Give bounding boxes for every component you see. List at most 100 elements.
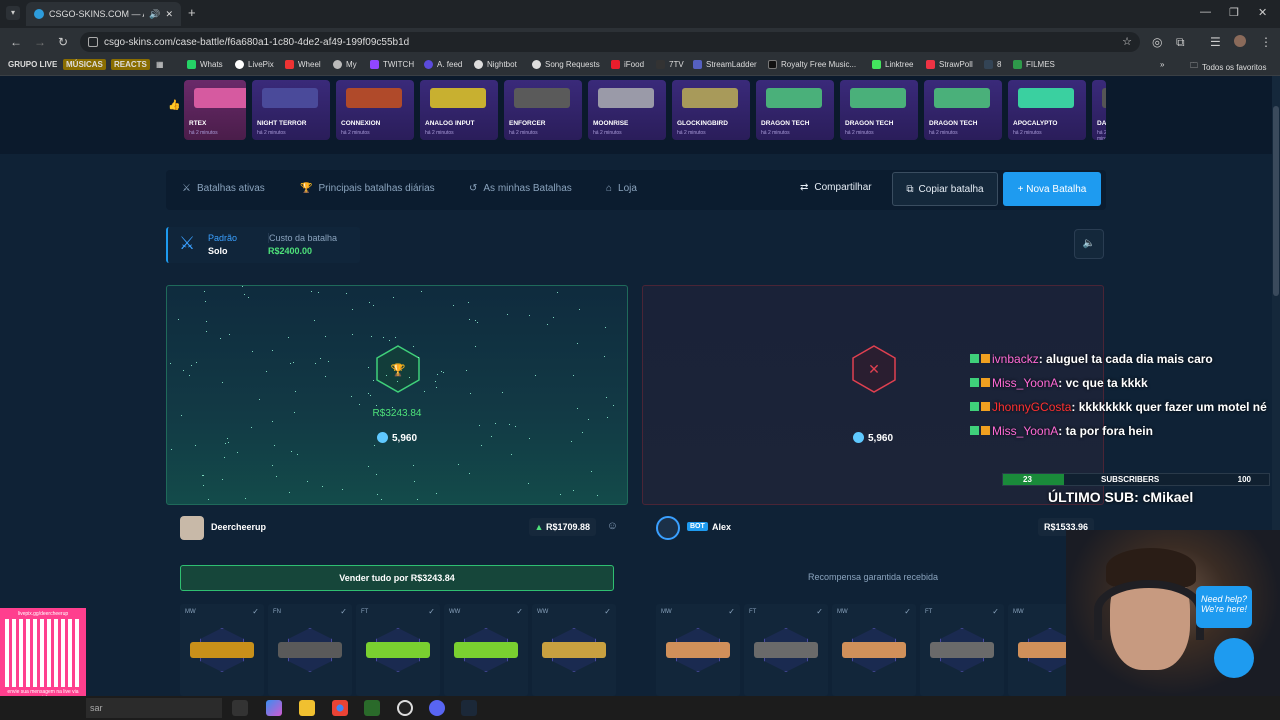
windows-taskbar: sar [0, 696, 1280, 720]
bookmark-song-requests[interactable]: Song Requests [532, 60, 600, 69]
audio-icon[interactable]: 🔊 [149, 9, 160, 20]
bookmark-twitch[interactable]: TWITCH [370, 60, 414, 69]
item-card[interactable]: FT ✓ [356, 604, 440, 696]
item-card[interactable]: WW ✓ [444, 604, 528, 696]
close-tab-icon[interactable]: ✕ [165, 9, 173, 20]
bot-badge: BOT [687, 522, 708, 531]
item-card[interactable]: MW ✓ [832, 604, 916, 696]
bookmark-royalty-free[interactable]: Royalty Free Music... [768, 60, 856, 69]
puzzle-icon[interactable]: ⧉ [1176, 35, 1185, 50]
new-battle-button[interactable]: + Nova Batalha [1003, 172, 1101, 206]
drop-card[interactable]: GLOCKINGBIRD há 2 minutos [672, 80, 750, 140]
skin-image [842, 642, 906, 658]
bookmark-7tv[interactable]: 7TV [656, 60, 684, 69]
share-button[interactable]: ⇄ Compartilhar [800, 182, 872, 193]
bookmark-ifood[interactable]: iFood [611, 60, 644, 69]
extension-icon[interactable]: ◎ [1152, 35, 1162, 49]
cost-value: R$2400.00 [268, 246, 313, 256]
minimize-icon[interactable]: — [1200, 6, 1211, 18]
address-bar-row: ← → ↻ csgo-skins.com/case-battle/f6a680a… [0, 28, 1280, 56]
drop-card[interactable]: DRAGON TECH há 2 minutos [924, 80, 1002, 140]
back-icon[interactable]: ← [10, 35, 22, 49]
app-icon[interactable] [364, 700, 380, 716]
task-view-icon[interactable] [232, 700, 248, 716]
item-card[interactable]: MW ✓ [180, 604, 264, 696]
player-name[interactable]: Deercheerup [211, 522, 266, 532]
drop-card[interactable]: DRAGON TECH há 2 minutos [840, 80, 918, 140]
tab-search-icon[interactable]: ▾ [6, 6, 20, 20]
drop-card[interactable]: DRAGON TECH há 2 minutos [756, 80, 834, 140]
browser-tab[interactable]: CSGO-SKINS.COM — As m 🔊 ✕ [26, 2, 181, 26]
drop-card[interactable]: DAR há 2 minutos [1092, 80, 1106, 140]
item-card[interactable]: FN ✓ [268, 604, 352, 696]
drop-card[interactable]: ANALOG INPUT há 2 minutos [420, 80, 498, 140]
bookmark-grupo-live[interactable]: GRUPO LIVE [8, 60, 57, 69]
scrollbar-thumb[interactable] [1273, 106, 1279, 296]
bookmark-filmes[interactable]: FILMES [1013, 60, 1055, 69]
speaker-icon: 🔈 [1082, 238, 1096, 249]
bookmark-my[interactable]: My [333, 60, 357, 69]
bookmark-musicas[interactable]: MÚSICAS [63, 59, 106, 70]
emoji-icon[interactable]: ☺ [607, 520, 618, 532]
bookmark-linktree[interactable]: Linktree [872, 60, 913, 69]
url-field[interactable]: csgo-skins.com/case-battle/f6a680a1-1c80… [80, 32, 1140, 52]
apps-grid-icon[interactable]: ▦ [156, 60, 164, 69]
item-card[interactable]: WW ✓ [532, 604, 616, 696]
item-card[interactable]: FT ✓ [920, 604, 1004, 696]
support-chat-icon[interactable] [1214, 638, 1254, 678]
sell-all-button[interactable]: Vender tudo por R$3243.84 [180, 565, 614, 591]
sub-badge-icon [981, 378, 990, 387]
drop-card[interactable]: APOCALYPTO há 2 minutos [1008, 80, 1086, 140]
item-card[interactable]: MW ✓ [656, 604, 740, 696]
menu-icon[interactable]: ⋮ [1260, 35, 1272, 49]
all-favorites[interactable]: 🗀 Todos os favoritos [1190, 60, 1266, 74]
bookmark-nightbot[interactable]: Nightbot [474, 60, 517, 69]
sound-toggle-button[interactable]: 🔈 [1074, 229, 1104, 259]
discord-icon[interactable] [429, 700, 445, 716]
reload-icon[interactable]: ↻ [58, 35, 68, 49]
thumbs-up-icon[interactable]: 👍 [168, 100, 180, 111]
bot-avatar [656, 516, 680, 540]
check-icon: ✓ [516, 607, 523, 616]
help-widget[interactable]: Need help? We're here! [1196, 586, 1252, 628]
star-particle [507, 314, 509, 316]
drop-card[interactable]: RTEX há 2 minutos [184, 80, 246, 140]
avatar[interactable] [180, 516, 204, 540]
drop-card[interactable]: MOONRISE há 2 minutos [588, 80, 666, 140]
nav-daily-battles[interactable]: 🏆 Principais batalhas diárias [300, 183, 435, 194]
media-icon[interactable]: ☰ [1210, 35, 1221, 49]
drop-card[interactable]: ENFORCER há 2 minutos [504, 80, 582, 140]
profile-avatar[interactable] [1234, 35, 1246, 47]
chat-message: Miss_YoonA: vc que ta kkkk [970, 376, 1270, 391]
copilot-icon[interactable] [266, 700, 282, 716]
close-window-icon[interactable]: ✕ [1258, 6, 1267, 19]
obs-icon[interactable] [397, 700, 413, 716]
drop-card[interactable]: NIGHT TERROR há 2 minutos [252, 80, 330, 140]
nav-my-battles[interactable]: ↺ As minhas Batalhas [469, 183, 572, 194]
taskbar-search[interactable]: sar [86, 698, 222, 718]
forward-icon[interactable]: → [34, 35, 46, 49]
bookmark-livepix[interactable]: LivePix [235, 60, 274, 69]
file-explorer-icon[interactable] [299, 700, 315, 716]
copy-battle-button[interactable]: ⧉ Copiar batalha [892, 172, 998, 206]
bookmark-star-icon[interactable]: ☆ [1122, 35, 1132, 48]
drop-time: há 2 minutos [761, 130, 790, 136]
bookmark-wheel[interactable]: Wheel [285, 60, 321, 69]
restore-icon[interactable]: ❐ [1229, 6, 1239, 19]
nav-active-battles[interactable]: ⚔ Batalhas ativas [182, 183, 265, 194]
bookmark-8[interactable]: 8 [984, 60, 1001, 69]
new-tab-button[interactable]: + [188, 5, 196, 20]
bookmark-afeed[interactable]: A. feed [424, 60, 462, 69]
nav-shop[interactable]: ⌂ Loja [606, 183, 637, 194]
steam-icon[interactable] [461, 700, 477, 716]
bookmark-whats[interactable]: Whats [187, 60, 223, 69]
more-bookmarks-icon[interactable]: » [1160, 60, 1164, 69]
bookmark-streamladder[interactable]: StreamLadder [693, 60, 757, 69]
bookmark-reacts[interactable]: REACTS [111, 59, 150, 70]
drop-card[interactable]: CONNEXION há 2 minutos [336, 80, 414, 140]
globe-icon [333, 60, 342, 69]
chrome-icon[interactable] [332, 700, 348, 716]
bookmark-strawpoll[interactable]: StrawPoll [926, 60, 973, 69]
site-info-icon[interactable] [88, 37, 98, 47]
item-card[interactable]: FT ✓ [744, 604, 828, 696]
